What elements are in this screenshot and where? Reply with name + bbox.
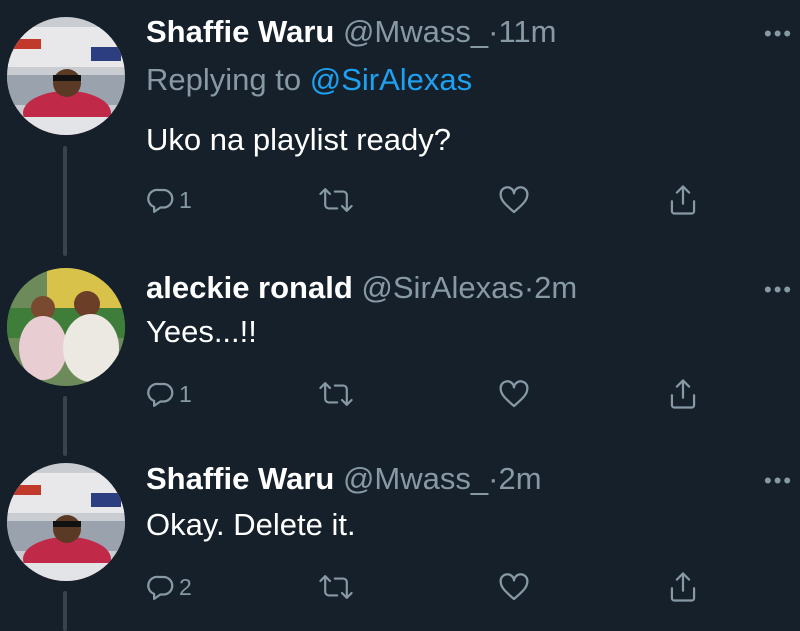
retweet-button[interactable] [318,180,354,220]
avatar-image [7,463,125,581]
share-button[interactable] [668,180,698,220]
action-bar: 2 [146,567,726,607]
display-name[interactable]: aleckie ronald [146,270,353,305]
heart-icon [499,380,529,408]
replying-prefix: Replying to [146,62,302,97]
tweet-text: Okay. Delete it. [146,507,356,542]
retweet-icon [319,575,353,599]
reply-button[interactable]: 2 [146,567,192,607]
share-icon [670,185,696,215]
retweet-icon [319,188,353,212]
retweet-button[interactable] [318,567,354,607]
avatar[interactable] [7,268,125,386]
avatar-image [7,268,125,386]
tweet[interactable]: aleckie ronald @SirAlexas·2m ••• Yees...… [0,256,800,456]
heart-icon [499,573,529,601]
heart-icon [499,186,529,214]
action-bar: 1 [146,180,726,220]
reply-icon [147,575,174,600]
more-icon[interactable]: ••• [764,23,793,45]
tweet-header: Shaffie Waru @Mwass_·2m [146,459,542,499]
share-icon [670,572,696,602]
share-button[interactable] [668,567,698,607]
tweet-text: Yees...!! [146,314,257,349]
avatar-image [7,17,125,135]
display-name[interactable]: Shaffie Waru [146,14,334,49]
tweet-text: Uko na playlist ready? [146,122,451,157]
reply-button[interactable]: 1 [146,180,192,220]
separator-dot: · [488,461,499,496]
share-button[interactable] [668,374,698,414]
reply-count: 1 [179,380,192,407]
reply-icon [147,382,174,407]
thread-line [63,591,67,631]
tweet[interactable]: Shaffie Waru @Mwass_·11m ••• Replying to… [0,0,800,256]
retweet-button[interactable] [318,374,354,414]
retweet-icon [319,382,353,406]
separator-dot: · [488,14,499,49]
action-bar: 1 [146,374,726,414]
more-icon[interactable]: ••• [764,279,793,301]
separator-dot: · [523,270,535,305]
reply-icon [147,188,174,213]
tweet-header: Shaffie Waru @Mwass_·11m [146,12,556,52]
like-button[interactable] [498,567,530,607]
avatar[interactable] [7,17,125,135]
like-button[interactable] [498,374,530,414]
user-handle[interactable]: @SirAlexas [361,270,523,305]
user-handle[interactable]: @Mwass_ [343,461,488,496]
user-handle[interactable]: @Mwass_ [343,14,488,49]
like-button[interactable] [498,180,530,220]
share-icon [670,379,696,409]
timestamp[interactable]: 2m [534,270,577,305]
more-icon[interactable]: ••• [764,470,793,492]
reply-count: 2 [179,573,192,600]
tweet[interactable]: Shaffie Waru @Mwass_·2m ••• Okay. Delete… [0,447,800,631]
reply-button[interactable]: 1 [146,374,192,414]
timestamp[interactable]: 11m [498,14,556,49]
display-name[interactable]: Shaffie Waru [146,461,334,496]
tweet-header: aleckie ronald @SirAlexas·2m [146,268,577,308]
avatar[interactable] [7,463,125,581]
mention-link[interactable]: @SirAlexas [310,62,472,97]
reply-count: 1 [179,186,192,213]
thread-line [63,146,67,256]
timestamp[interactable]: 2m [498,461,541,496]
replying-to: Replying to @SirAlexas [146,60,472,100]
